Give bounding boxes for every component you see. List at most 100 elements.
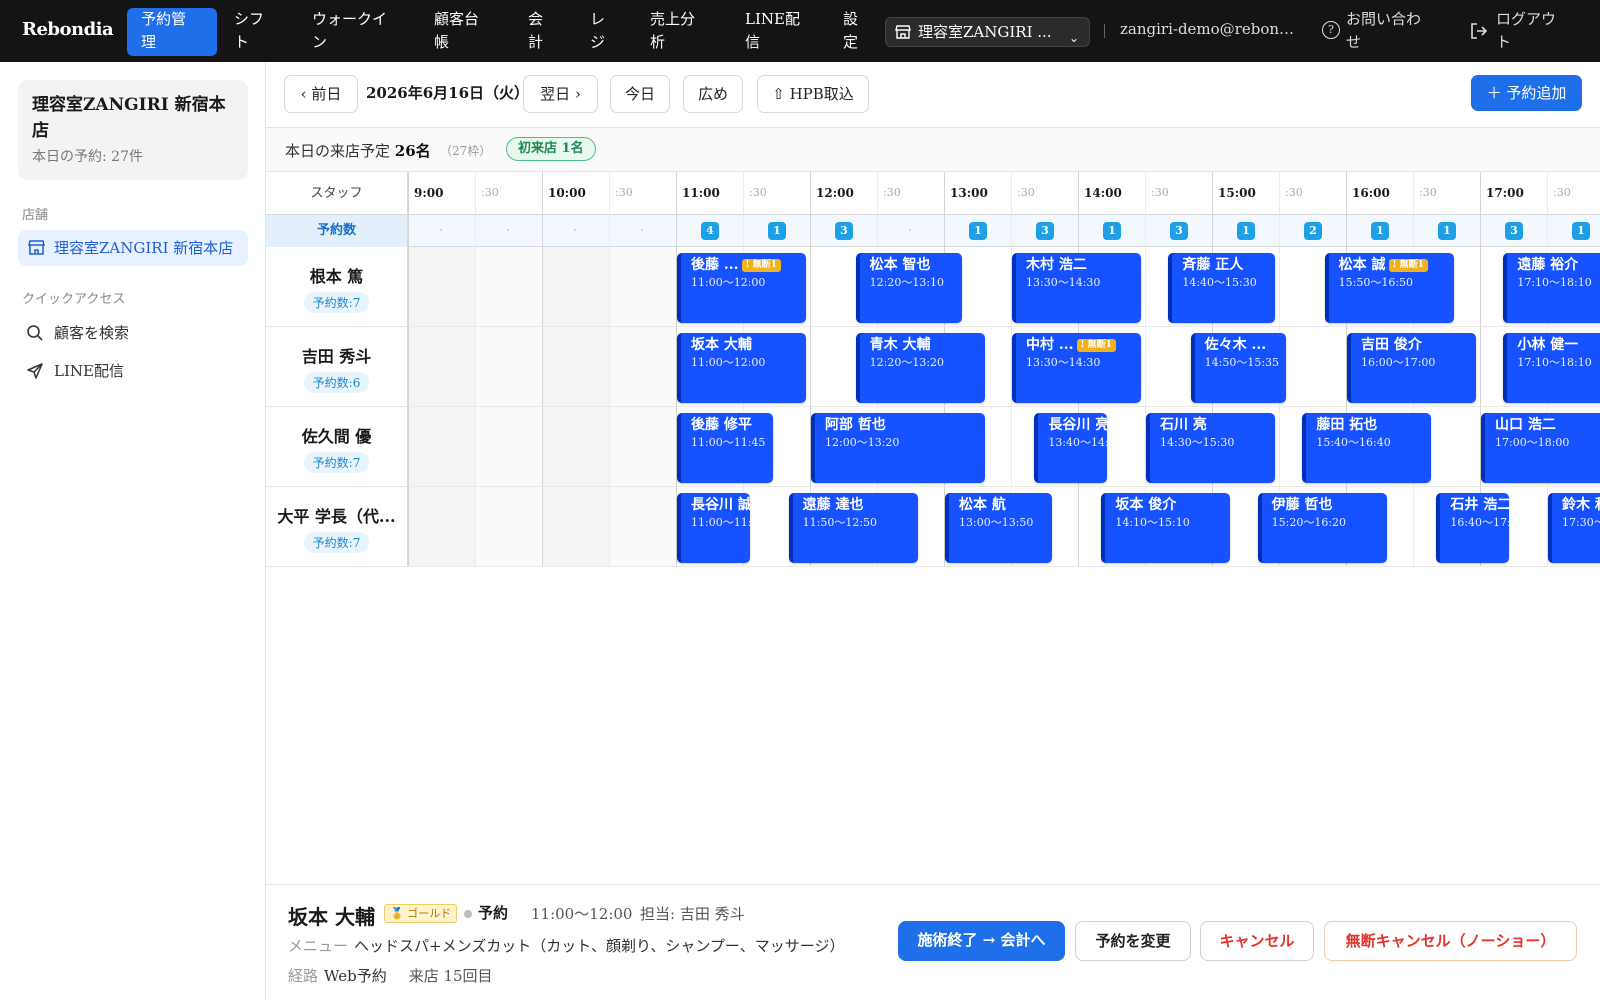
reservation-route: 経路 Web予約 来店 15回目	[288, 965, 493, 986]
appointment-card[interactable]: 松本 航 13:00〜13:50	[945, 493, 1052, 563]
logout-link[interactable]: ログアウ ト	[1496, 8, 1571, 54]
route-label: 経路	[288, 967, 319, 985]
count-row	[266, 215, 1600, 247]
staff-name: 吉田 秀斗	[301, 347, 372, 366]
appointment-card[interactable]: 遠藤 達也 11:50〜12:50	[788, 493, 918, 563]
appointment-time: 11:00〜11:35	[691, 516, 750, 529]
row-divider	[408, 486, 1600, 487]
staff-row-header[interactable]: 佐久間 優予約数:7	[266, 407, 408, 487]
slot-count-badge: 4	[701, 222, 719, 240]
appointment-customer-name: 鈴木 和	[1562, 497, 1600, 513]
cancel-reservation-button[interactable]: キャンセル	[1200, 921, 1314, 961]
appointment-card[interactable]: 吉田 俊介 16:00〜17:00	[1347, 333, 1476, 403]
appointment-card[interactable]: 小林 健一 17:10〜18:10	[1503, 333, 1600, 403]
appointment-card[interactable]: 遠藤 裕介 17:10〜18:10	[1503, 253, 1600, 323]
slot-count-badge: 1	[768, 222, 786, 240]
quick-link-customer-search[interactable]: 顧客を検索	[26, 322, 129, 343]
appointment-card[interactable]: 藤田 拓也 15:40〜16:40	[1302, 413, 1432, 483]
appointment-time: 12:00〜13:20	[825, 436, 900, 449]
nav-item-5[interactable]: レ ジ	[590, 8, 605, 56]
staff-column-header: スタッフ	[266, 172, 408, 215]
prev-day-button[interactable]: ‹ 前日	[284, 75, 358, 113]
menu-label: メニュー	[288, 937, 349, 955]
next-day-button[interactable]: 翌日 ›	[523, 75, 598, 113]
appointment-time: 14:40〜15:30	[1182, 276, 1257, 289]
nav-item-7[interactable]: LINE配 信	[745, 8, 800, 56]
sidebar-item-store[interactable]: 理容室ZANGIRI 新宿本店	[18, 230, 248, 266]
store-icon	[895, 25, 911, 39]
appointment-customer: 長谷川 誠	[691, 495, 750, 515]
staff-row-header[interactable]: 根本 篤予約数:7	[266, 247, 408, 327]
staff-name: 大平 学長（代...	[277, 507, 396, 526]
row-divider	[408, 406, 1600, 407]
add-reservation-button[interactable]: ＋ 予約追加	[1471, 75, 1582, 111]
change-reservation-button[interactable]: 予約を変更	[1075, 921, 1191, 961]
nav-item-0[interactable]: 予約管 理	[127, 8, 217, 56]
time-slot-header: :30	[749, 186, 767, 199]
appointment-customer: 石川 亮	[1160, 415, 1275, 435]
chevron-down-icon: ⌄	[1068, 31, 1079, 45]
medal-icon: 🏅	[390, 907, 404, 920]
nav-item-3[interactable]: 顧客台 帳	[434, 8, 479, 56]
staff-reservation-count: 予約数:7	[303, 532, 370, 553]
prev-day-label: 前日	[311, 85, 342, 103]
warning-icon: !	[745, 260, 753, 270]
staff-reservation-count: 予約数:6	[303, 372, 370, 393]
time-slot-header: :30	[481, 186, 499, 199]
noshow-warning-badge: ! 無断1	[1076, 339, 1116, 352]
contact-link[interactable]: お問い合わ せ	[1346, 8, 1421, 54]
nav-item-8[interactable]: 設 定	[843, 8, 858, 56]
noshow-cancel-button[interactable]: 無断キャンセル（ノーショー）	[1324, 921, 1577, 961]
empty-slot-dot	[909, 229, 911, 231]
appointment-card[interactable]: 斉藤 正人 14:40〜15:30	[1168, 253, 1275, 323]
appointment-card[interactable]: 坂本 大輔 11:00〜12:00	[677, 333, 806, 403]
appointment-customer: 吉田 俊介	[1361, 335, 1476, 355]
appointment-card[interactable]: 石川 亮 14:30〜15:30	[1146, 413, 1275, 483]
appointment-customer: 山口 浩二	[1495, 415, 1600, 435]
rank-badge: 🏅 ゴールド	[384, 904, 458, 923]
appointment-card[interactable]: 坂本 俊介 14:10〜15:10	[1101, 493, 1231, 563]
wide-view-button[interactable]: 広め	[683, 75, 743, 113]
nav-item-6[interactable]: 売上分 析	[650, 8, 695, 56]
logout-icon[interactable]	[1470, 22, 1488, 40]
appointment-card[interactable]: 後藤 ...! 無断1 11:00〜12:00	[677, 253, 806, 323]
appointment-customer-name: 長谷川 亮	[1048, 417, 1108, 433]
appointment-card[interactable]: 阿部 哲也 12:00〜13:20	[811, 413, 985, 483]
appointment-card[interactable]: 長谷川 亮 13:40〜14:15	[1034, 413, 1108, 483]
appointment-card[interactable]: 後藤 修平 11:00〜11:45	[677, 413, 773, 483]
appointment-card[interactable]: 佐々木 ... 14:50〜15:35	[1190, 333, 1287, 403]
customer-name[interactable]: 坂本 大輔	[288, 901, 375, 930]
staff-row-header[interactable]: 吉田 秀斗予約数:6	[266, 327, 408, 407]
brand-logo[interactable]: Rebondia	[22, 19, 114, 40]
appointment-card[interactable]: 松本 智也 12:20〜13:10	[855, 253, 963, 323]
appointment-card[interactable]: 鈴木 和 17:30〜	[1548, 493, 1600, 563]
appointment-card[interactable]: 松本 誠! 無断1 15:50〜16:50	[1324, 253, 1454, 323]
appointment-time: 17:10〜18:10	[1517, 276, 1592, 289]
appointment-card[interactable]: 長谷川 誠 11:00〜11:35	[677, 493, 751, 563]
slot-count-badge: 3	[835, 222, 853, 240]
appointment-card[interactable]: 山口 浩二 17:00〜18:00	[1481, 413, 1600, 483]
appointment-customer: 阿部 哲也	[825, 415, 985, 435]
user-email: zangiri-demo@rebondia.c...	[1120, 20, 1302, 38]
appointment-customer-name: 斉藤 正人	[1182, 257, 1244, 273]
appointment-customer: 小林 健一	[1517, 335, 1600, 355]
appointment-customer: 後藤 修平	[691, 415, 773, 435]
quick-link-line[interactable]: LINE配信	[26, 360, 124, 381]
appointment-card[interactable]: 青木 大輔 12:20〜13:20	[855, 333, 985, 403]
staff-row-header[interactable]: 大平 学長（代... 予約数:7	[266, 487, 408, 567]
appointment-card[interactable]: 石井 浩二 16:40〜17:15	[1436, 493, 1510, 563]
today-button[interactable]: 今日	[610, 75, 670, 113]
shop-name: 理容室ZANGIRI 新宿本店	[32, 95, 226, 141]
appointment-card[interactable]: 中村 ...! 無断1 13:30〜14:30	[1012, 333, 1141, 403]
checkout-button[interactable]: 施術終了 → 会計へ	[898, 921, 1065, 961]
slot-count-badge: 1	[1237, 222, 1255, 240]
hpb-import-button[interactable]: ⇧ HPB取込	[757, 75, 869, 113]
search-icon	[27, 325, 43, 341]
nav-item-4[interactable]: 会 計	[528, 8, 543, 56]
help-circle-icon[interactable]: ?	[1322, 21, 1340, 39]
nav-item-1[interactable]: シフ ト	[234, 8, 264, 56]
appointment-card[interactable]: 木村 浩二 13:30〜14:30	[1012, 253, 1141, 323]
nav-item-2[interactable]: ウォークイ ン	[312, 8, 387, 56]
store-select[interactable]: 理容室ZANGIRI ... ⌄	[885, 17, 1090, 47]
appointment-card[interactable]: 伊藤 哲也 15:20〜16:20	[1257, 493, 1387, 563]
